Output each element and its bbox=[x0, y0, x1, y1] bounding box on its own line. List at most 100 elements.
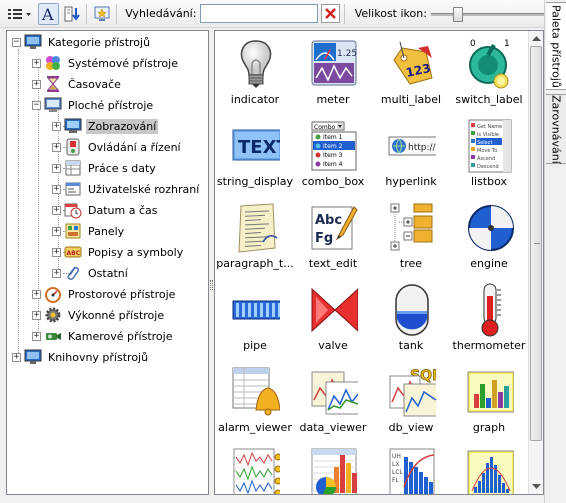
palette-item-pareto[interactable]: UHLXLCLFLpareto bbox=[372, 443, 450, 494]
expand-toggle[interactable]: + bbox=[52, 184, 61, 194]
scroll-up-button[interactable] bbox=[529, 31, 543, 46]
svg-text:Item 3: Item 3 bbox=[323, 152, 343, 159]
collapse-toggle[interactable]: − bbox=[32, 100, 41, 110]
tree-item-knihovny[interactable]: + Knihovny přístrojů bbox=[12, 347, 150, 367]
collapse-toggle[interactable]: − bbox=[12, 37, 21, 47]
slider-track bbox=[430, 12, 544, 16]
toolbar-separator bbox=[116, 3, 118, 24]
expand-toggle[interactable]: + bbox=[32, 289, 41, 299]
font-button[interactable]: A bbox=[37, 2, 59, 25]
thumb-grip bbox=[534, 243, 540, 244]
chart-icon bbox=[232, 446, 280, 494]
tree-item-panely[interactable]: + Panely bbox=[52, 221, 126, 241]
gauge-icon bbox=[44, 285, 62, 303]
palette-item-label: alarm_viewer bbox=[218, 421, 292, 434]
tree-item-vykonne[interactable]: + Výkonné přístroje bbox=[32, 305, 166, 325]
tree-item-casovace[interactable]: + Časovače bbox=[32, 74, 123, 94]
tree-item-popisy[interactable]: + ABC Popisy a symboly bbox=[52, 242, 185, 262]
combobox-icon: Combo Item 1 Item 2 Item 3 Item 4 bbox=[310, 118, 358, 174]
palette-item-label: multi_label bbox=[380, 93, 442, 106]
tree-item-zobrazovani[interactable]: + Zobrazování bbox=[52, 116, 159, 136]
palette-item-db-view[interactable]: SQLdb_view bbox=[372, 361, 450, 436]
icon-size-slider[interactable] bbox=[430, 4, 544, 24]
expand-toggle[interactable]: + bbox=[52, 121, 61, 131]
palette-item-combo-box[interactable]: Combo Item 1 Item 2 Item 3 Item 4 combo_box bbox=[294, 115, 372, 190]
palette-item-switch-label[interactable]: 0 1 switch_label bbox=[450, 33, 528, 108]
palette-item-table[interactable]: table bbox=[294, 443, 372, 494]
palette-item-indicator[interactable]: indicator bbox=[216, 33, 294, 108]
palette-item-graph[interactable]: graph bbox=[450, 361, 528, 436]
palette-item-tree[interactable]: tree bbox=[372, 197, 450, 272]
display-icon bbox=[64, 117, 82, 135]
tree-item-prace-s-daty[interactable]: + Práce s daty bbox=[52, 158, 158, 178]
expand-toggle[interactable]: + bbox=[32, 331, 41, 341]
tree-item-ploche[interactable]: − Ploché přístroje bbox=[32, 95, 155, 115]
svg-text:Get Name: Get Name bbox=[477, 124, 502, 130]
palette-item-string-display[interactable]: TEXT string_display bbox=[216, 115, 294, 190]
library-monitor-icon bbox=[24, 348, 42, 366]
expand-toggle[interactable]: + bbox=[32, 310, 41, 320]
tree-item-ovladani[interactable]: + Ovládání a řízení bbox=[52, 137, 183, 157]
monitor-icon bbox=[24, 33, 42, 51]
valve-icon bbox=[310, 282, 358, 338]
expand-toggle[interactable]: + bbox=[52, 268, 61, 278]
expand-toggle[interactable]: + bbox=[52, 226, 61, 236]
tab-palette[interactable]: Paleta přístrojů bbox=[546, 2, 566, 90]
expand-toggle[interactable]: + bbox=[52, 163, 61, 173]
palette-item-tank[interactable]: tank bbox=[372, 279, 450, 354]
table-icon bbox=[310, 446, 358, 494]
expand-toggle[interactable]: + bbox=[12, 352, 21, 362]
side-tabs: Paleta přístrojů Zarovnávání bbox=[544, 0, 566, 503]
expand-toggle[interactable]: + bbox=[52, 205, 61, 215]
palette-item-label: paragraph_t... bbox=[216, 257, 294, 270]
gear-icon bbox=[44, 306, 62, 324]
tree-item-prostorove[interactable]: + Prostorové přístroje bbox=[32, 284, 177, 304]
palette-item-pipe[interactable]: pipe bbox=[216, 279, 294, 354]
palette-item-meter[interactable]: 1.25 meter bbox=[294, 33, 372, 108]
tank-icon bbox=[388, 282, 436, 338]
tree-item-root[interactable]: − Kategorie přístrojů bbox=[12, 32, 152, 52]
close-icon bbox=[325, 8, 336, 19]
palette-item-hyperlink[interactable]: http:// hyperlink bbox=[372, 115, 450, 190]
tree-item-systemove[interactable]: + Systémové přístroje bbox=[32, 53, 180, 73]
palette-item-multi-label[interactable]: 123 multi_label bbox=[372, 33, 450, 108]
tree-label: Ostatní bbox=[88, 266, 128, 280]
palette-item-alarm-viewer[interactable]: alarm_viewer bbox=[216, 361, 294, 436]
palette-item-engine[interactable]: engine bbox=[450, 197, 528, 272]
scroll-down-button[interactable] bbox=[529, 479, 543, 494]
expand-toggle[interactable]: + bbox=[52, 142, 61, 152]
palette-item-paragraph-t[interactable]: paragraph_t... bbox=[216, 197, 294, 272]
favorites-button[interactable] bbox=[91, 3, 112, 25]
tab-alignment[interactable]: Zarovnávání bbox=[546, 94, 566, 164]
svg-text:TEXT: TEXT bbox=[238, 137, 280, 158]
expand-toggle[interactable]: + bbox=[32, 58, 41, 68]
palette-item-spcm[interactable]: spcm bbox=[450, 443, 528, 494]
view-mode-dropdown[interactable] bbox=[6, 3, 35, 25]
expand-toggle[interactable]: + bbox=[52, 247, 61, 257]
palette-item-label: graph bbox=[472, 421, 506, 434]
tree-item-ostatni[interactable]: + Ostatní bbox=[52, 263, 130, 283]
svg-text:Move To: Move To bbox=[477, 148, 497, 154]
palette-item-thermometer[interactable]: thermometer bbox=[450, 279, 528, 354]
sort-button[interactable] bbox=[61, 3, 82, 25]
palette-scrollbar[interactable] bbox=[528, 31, 543, 494]
tree-item-datum[interactable]: + Datum a čas bbox=[52, 200, 159, 220]
palette-item-label: hyperlink bbox=[385, 175, 437, 188]
tree-item-kamerove[interactable]: + Kamerové přístroje bbox=[32, 326, 174, 346]
slider-thumb[interactable] bbox=[452, 6, 463, 22]
scroll-thumb[interactable] bbox=[530, 46, 542, 441]
lightbulb-icon bbox=[232, 36, 280, 92]
pareto-icon: UH LX LCL FL bbox=[388, 446, 436, 494]
palette-item-label: meter bbox=[316, 93, 350, 106]
tree-item-uzivatelske[interactable]: + Uživatelské rozhraní bbox=[52, 179, 201, 199]
category-tree[interactable]: − Kategorie přístrojů + Systémové přístr… bbox=[6, 30, 209, 495]
palette-item-chart[interactable]: chart bbox=[216, 443, 294, 494]
search-input[interactable] bbox=[200, 4, 319, 23]
clear-search-button[interactable] bbox=[321, 4, 340, 23]
palette-item-data-viewer[interactable]: data_viewer bbox=[294, 361, 372, 436]
palette-item-listbox[interactable]: Get Name Is Visible Select Move To Ascend Des… bbox=[450, 115, 528, 190]
palette-item-valve[interactable]: valve bbox=[294, 279, 372, 354]
expand-toggle[interactable]: + bbox=[32, 79, 41, 89]
palette-item-text-edit[interactable]: Abc Fg text_edit bbox=[294, 197, 372, 272]
list-icon bbox=[8, 8, 32, 19]
